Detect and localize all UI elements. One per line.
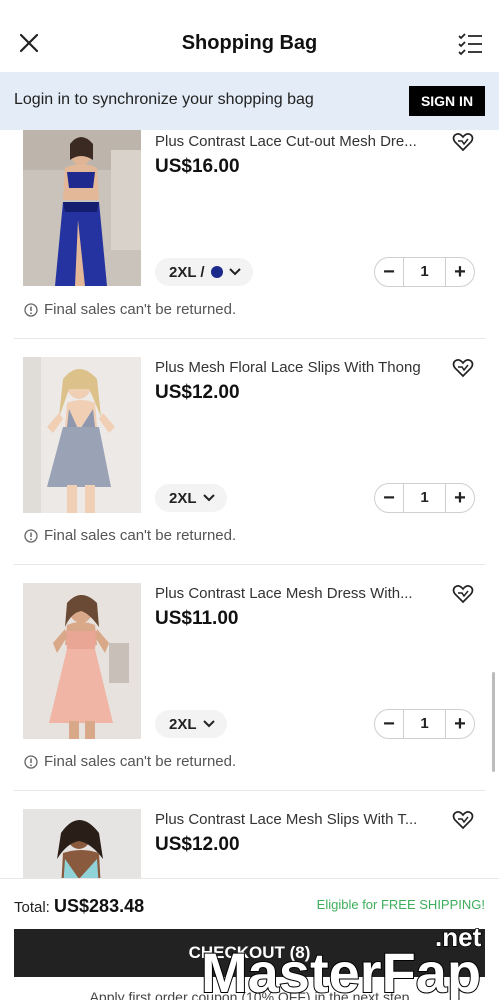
checklist-icon[interactable] (457, 32, 483, 56)
cart-item: Plus Contrast Lace Mesh Dress With... US… (0, 564, 499, 790)
chevron-down-icon (202, 494, 215, 502)
return-notice: Final sales can't be returned. (24, 301, 236, 318)
chevron-down-icon (228, 268, 241, 276)
decrease-quantity-button[interactable]: − (375, 710, 403, 738)
return-notice-text: Final sales can't be returned. (44, 301, 237, 318)
wishlist-heart-icon[interactable] (452, 358, 474, 378)
size-label: 2XL (169, 715, 197, 733)
cart-item: Plus Mesh Floral Lace Slips With Thong U… (0, 338, 499, 564)
product-image[interactable] (23, 583, 141, 739)
info-icon (24, 754, 38, 769)
return-notice-text: Final sales can't be returned. (44, 753, 237, 770)
chevron-down-icon (202, 720, 215, 728)
product-name[interactable]: Plus Contrast Lace Mesh Dress With... (155, 585, 435, 602)
svg-text:.net: .net (435, 922, 482, 952)
variant-selector[interactable]: 2XL (155, 710, 227, 738)
return-notice-text: Final sales can't be returned. (44, 527, 237, 544)
color-swatch (210, 266, 223, 278)
product-image[interactable] (23, 357, 141, 513)
product-price: US$12.00 (155, 834, 240, 855)
total-label: Total: (14, 899, 50, 916)
watermark-logo: MasterFap .net (200, 922, 482, 1000)
size-label: 2XL (169, 489, 197, 507)
quantity-stepper: − 1 + (374, 709, 475, 739)
product-image[interactable] (23, 809, 141, 878)
size-label: 2XL / (169, 263, 205, 281)
scrollbar[interactable] (492, 672, 495, 772)
signin-message: Login in to synchronize your shopping ba… (14, 91, 314, 108)
wishlist-heart-icon[interactable] (452, 132, 474, 152)
info-icon (24, 302, 38, 317)
quantity-value[interactable]: 1 (403, 484, 446, 512)
product-price: US$16.00 (155, 156, 240, 177)
quantity-value[interactable]: 1 (403, 258, 446, 286)
quantity-stepper: − 1 + (374, 257, 475, 287)
quantity-stepper: − 1 + (374, 483, 475, 513)
wishlist-heart-icon[interactable] (452, 584, 474, 604)
quantity-value[interactable]: 1 (403, 710, 446, 738)
increase-quantity-button[interactable]: + (446, 710, 474, 738)
cart-item: Plus Contrast Lace Mesh Slips With T... … (0, 790, 499, 878)
variant-selector[interactable]: 2XL (155, 484, 227, 512)
product-name[interactable]: Plus Mesh Floral Lace Slips With Thong (155, 359, 435, 376)
wishlist-heart-icon[interactable] (452, 810, 474, 830)
increase-quantity-button[interactable]: + (446, 484, 474, 512)
increase-quantity-button[interactable]: + (446, 258, 474, 286)
product-price: US$12.00 (155, 382, 240, 403)
return-notice: Final sales can't be returned. (24, 527, 236, 544)
info-icon (24, 528, 38, 543)
total-value: US$283.48 (54, 896, 145, 916)
header: Shopping Bag (0, 0, 499, 72)
variant-selector[interactable]: 2XL / (155, 258, 253, 286)
decrease-quantity-button[interactable]: − (375, 258, 403, 286)
product-name[interactable]: Plus Contrast Lace Mesh Slips With T... (155, 811, 435, 828)
return-notice: Final sales can't be returned. (24, 753, 236, 770)
free-shipping-label: Eligible for FREE SHIPPING! (316, 897, 485, 912)
product-name[interactable]: Plus Contrast Lace Cut-out Mesh Dre... (155, 133, 435, 150)
decrease-quantity-button[interactable]: − (375, 484, 403, 512)
product-price: US$11.00 (155, 608, 239, 629)
order-total: Total: US$283.48 (14, 896, 144, 917)
cart-item: Plus Contrast Lace Cut-out Mesh Dre... U… (0, 112, 499, 338)
product-image[interactable] (23, 130, 141, 286)
page-title: Shopping Bag (181, 32, 318, 54)
